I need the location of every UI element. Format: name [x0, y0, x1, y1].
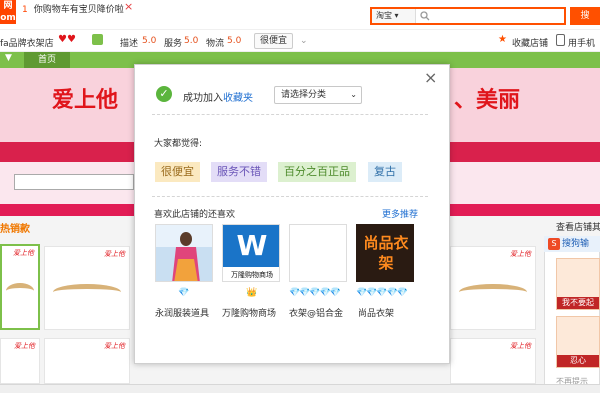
- star-icon: ★: [498, 34, 507, 45]
- hanger-image: [459, 283, 527, 300]
- category-placeholder: 请选择分类: [281, 90, 327, 100]
- category-select[interactable]: 请选择分类 ⌄: [274, 86, 362, 104]
- heart-rating-icon: ♥♥: [58, 34, 76, 45]
- cart-price-drop-notice[interactable]: 1 你购物车有宝贝降价啦: [22, 2, 124, 15]
- search-type-select[interactable]: 淘宝 ▾: [372, 9, 416, 23]
- favorites-link[interactable]: 收藏夹: [223, 93, 253, 104]
- logistics-score: 5.0: [227, 36, 242, 46]
- product-tag: 爱上他: [104, 342, 125, 350]
- shop-name-alloy[interactable]: 衣架@铝合金: [289, 306, 343, 319]
- logistics-label: 物流: [206, 39, 225, 49]
- shop-thumb-yongrun[interactable]: [155, 224, 213, 282]
- shop-rating-icon: 💎💎💎💎💎: [289, 288, 341, 298]
- shop-search-input[interactable]: [14, 174, 134, 190]
- describe-score: 5.0: [142, 36, 157, 46]
- product-card[interactable]: 爱上他: [0, 338, 40, 384]
- product-tag: 爱上他: [13, 249, 34, 257]
- status-bar: [0, 384, 600, 393]
- product-tag: 爱上他: [510, 342, 531, 350]
- service-score: 5.0: [184, 36, 199, 46]
- shop-name[interactable]: fa品牌衣架店: [0, 36, 54, 49]
- cheap-button[interactable]: 很便宜: [254, 33, 294, 49]
- shop-thumb-alloy[interactable]: [289, 224, 347, 282]
- search-box[interactable]: 淘宝 ▾: [370, 7, 566, 25]
- collect-shop-link[interactable]: 收藏店铺: [512, 36, 548, 49]
- shop-thumb-wanlong[interactable]: W 万隆购物商场: [222, 224, 280, 282]
- shop-badge-icon: [92, 34, 103, 45]
- chevron-down-icon: ▾: [394, 11, 399, 20]
- product-card[interactable]: 爱上他: [44, 338, 130, 384]
- wanlong-logo-icon: W: [236, 229, 268, 262]
- product-card[interactable]: 爱上他: [450, 246, 536, 330]
- describe-label: 描述: [120, 39, 139, 49]
- hot-sale-label: 热销款: [0, 224, 30, 235]
- service-label: 服务: [164, 39, 183, 49]
- sogou-title-text: 搜狗输: [562, 239, 590, 249]
- view-shop-link[interactable]: 查看店铺其: [556, 220, 600, 233]
- tag-good-service[interactable]: 服务不错: [211, 162, 267, 182]
- shop-name-wanlong[interactable]: 万隆购物商场: [222, 306, 276, 319]
- emoji-caption: 忍心: [557, 355, 599, 367]
- notice-close-icon[interactable]: ×: [124, 0, 133, 13]
- check-icon: ✓: [156, 86, 172, 102]
- search-type-label: 淘宝: [376, 11, 392, 20]
- shop-logo-text: 尚品衣架: [363, 234, 409, 272]
- hanger-image: [5, 282, 35, 299]
- shop-logo-text: 万隆购物商场: [231, 271, 273, 279]
- success-prefix: 成功加入: [183, 93, 223, 104]
- hanger-image: [53, 283, 121, 300]
- notice-count: 1: [22, 5, 28, 15]
- notice-text: 你购物车有宝贝降价啦: [33, 5, 124, 15]
- shop-photo: [156, 225, 212, 281]
- banner-text-left: 爱上他: [52, 88, 119, 113]
- others-think-label: 大家都觉得:: [154, 139, 203, 149]
- product-card[interactable]: 爱上他: [0, 244, 40, 330]
- mobile-link[interactable]: 用手机: [568, 36, 595, 49]
- shop-info-bar: fa品牌衣架店 ♥♥ 描述 5.0 服务 5.0 物流 5.0 很便宜 ⌄ ★ …: [0, 30, 600, 52]
- nav-menu-icon[interactable]: ▼: [5, 53, 12, 63]
- emoji-caption: 我不要起: [557, 297, 599, 309]
- sogou-title[interactable]: S 搜狗输: [544, 236, 600, 252]
- divider: [152, 196, 428, 197]
- sogou-logo-icon: S: [548, 238, 560, 250]
- sogou-emoji-card[interactable]: 我不要起: [556, 258, 600, 310]
- more-recommend-link[interactable]: 更多推荐: [382, 207, 418, 220]
- site-logo[interactable]: 网 om: [0, 0, 16, 24]
- tag-retro[interactable]: 复古: [368, 162, 402, 182]
- tag-authentic[interactable]: 百分之百正品: [278, 162, 356, 182]
- search-button[interactable]: 搜: [570, 7, 600, 25]
- product-tag: 爱上他: [510, 250, 531, 258]
- chevron-down-icon[interactable]: ⌄: [300, 36, 308, 46]
- mobile-icon: [556, 34, 565, 46]
- tag-cheap[interactable]: 很便宜: [155, 162, 200, 182]
- shop-rating-icon: 💎: [178, 288, 189, 298]
- also-liked-title: 喜欢此店铺的还喜欢: [154, 210, 236, 220]
- success-message: 成功加入收藏夹: [183, 89, 253, 104]
- shop-rating-icon: 💎💎💎💎💎: [356, 288, 408, 298]
- divider: [152, 114, 428, 115]
- product-card[interactable]: 爱上他: [44, 246, 130, 330]
- sogou-emoji-card[interactable]: 忍心: [556, 316, 600, 368]
- product-tag: 爱上他: [104, 250, 125, 258]
- shop-thumb-shangpin[interactable]: 尚品衣架: [356, 224, 414, 282]
- search-icon: [420, 11, 430, 21]
- product-card[interactable]: 爱上他: [450, 338, 536, 384]
- shop-rating-icon: 👑: [246, 288, 257, 298]
- shop-name-shangpin[interactable]: 尚品衣架: [358, 306, 394, 319]
- chevron-down-icon: ⌄: [350, 90, 357, 99]
- close-icon[interactable]: ×: [424, 70, 437, 86]
- nav-home[interactable]: 首页: [24, 52, 70, 68]
- shop-name-yongrun[interactable]: 永润服装道具: [155, 306, 209, 319]
- product-tag: 爱上他: [14, 342, 35, 350]
- banner-text-right: 、美丽: [454, 88, 521, 113]
